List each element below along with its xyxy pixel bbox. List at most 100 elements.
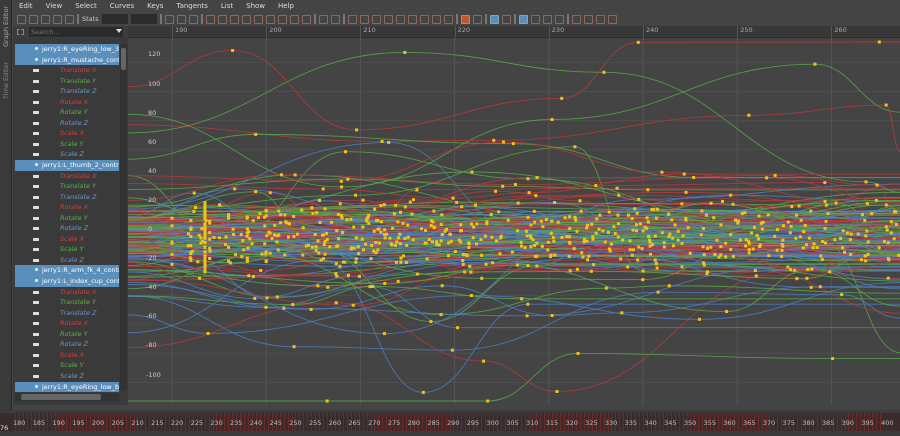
- keyframe[interactable]: [399, 210, 403, 214]
- keyframe[interactable]: [373, 207, 377, 211]
- keyframe[interactable]: [376, 227, 380, 231]
- keyframe[interactable]: [866, 240, 870, 244]
- keyframe[interactable]: [203, 241, 207, 245]
- keyframe[interactable]: [447, 241, 451, 245]
- keyframe[interactable]: [731, 202, 735, 206]
- keyframe[interactable]: [430, 240, 434, 244]
- visibility-icon[interactable]: [33, 142, 39, 146]
- toolbar-tool-icon[interactable]: [277, 14, 287, 24]
- keyframe[interactable]: [667, 284, 671, 288]
- keyframe[interactable]: [765, 176, 769, 180]
- keyframe[interactable]: [866, 252, 870, 256]
- keyframe[interactable]: [565, 235, 569, 239]
- outliner-attribute[interactable]: Scale Z: [15, 371, 119, 382]
- keyframe[interactable]: [823, 199, 827, 203]
- toolbar-tool-icon[interactable]: [395, 14, 405, 24]
- keyframe[interactable]: [339, 179, 343, 183]
- keyframe[interactable]: [812, 242, 816, 246]
- toolbar-tool-icon[interactable]: [241, 14, 251, 24]
- keyframe[interactable]: [786, 220, 790, 224]
- keyframe[interactable]: [606, 230, 610, 234]
- keyframe[interactable]: [549, 231, 553, 235]
- keyframe[interactable]: [775, 248, 779, 252]
- visibility-icon[interactable]: [33, 248, 39, 252]
- keyframe[interactable]: [287, 235, 291, 239]
- keyframe[interactable]: [263, 242, 267, 246]
- keyframe[interactable]: [535, 241, 539, 245]
- keyframe[interactable]: [849, 252, 853, 256]
- keyframe[interactable]: [364, 242, 368, 246]
- keyframe[interactable]: [325, 231, 329, 235]
- keyframe[interactable]: [264, 209, 268, 213]
- keyframe[interactable]: [520, 244, 524, 248]
- toolbar-tool-icon[interactable]: [595, 14, 605, 24]
- keyframe[interactable]: [525, 314, 529, 318]
- keyframe[interactable]: [533, 254, 537, 258]
- keyframe[interactable]: [798, 235, 802, 239]
- keyframe[interactable]: [757, 214, 761, 218]
- keyframe[interactable]: [275, 295, 279, 299]
- keyframe[interactable]: [841, 246, 845, 250]
- keyframe[interactable]: [877, 246, 881, 250]
- keyframe[interactable]: [550, 313, 554, 317]
- keyframe[interactable]: [198, 276, 202, 280]
- keyframe[interactable]: [224, 242, 228, 246]
- scroll-thumb[interactable]: [121, 48, 126, 70]
- keyframe[interactable]: [385, 232, 389, 236]
- keyframe[interactable]: [432, 225, 436, 229]
- keyframe[interactable]: [475, 242, 479, 246]
- keyframe[interactable]: [479, 238, 483, 242]
- toolbar-tool-icon[interactable]: [419, 14, 429, 24]
- filter-icon[interactable]: [17, 29, 24, 35]
- keyframe[interactable]: [586, 223, 590, 227]
- toolbar-tool-icon[interactable]: [217, 14, 227, 24]
- keyframe[interactable]: [736, 219, 740, 223]
- keyframe[interactable]: [526, 177, 530, 181]
- keyframe[interactable]: [379, 230, 383, 234]
- keyframe[interactable]: [823, 226, 827, 230]
- outliner-node[interactable]: jerry1:R_arm_fk_4_control: [15, 265, 119, 277]
- keyframe[interactable]: [336, 244, 340, 248]
- keyframe[interactable]: [287, 222, 291, 226]
- anim-curve[interactable]: [128, 353, 900, 402]
- keyframe[interactable]: [470, 222, 474, 226]
- anim-curve[interactable]: [128, 141, 900, 205]
- keyframe[interactable]: [330, 220, 334, 224]
- keyframe[interactable]: [607, 210, 611, 214]
- keyframe[interactable]: [781, 224, 785, 228]
- keyframe[interactable]: [638, 222, 642, 226]
- stats-field[interactable]: [101, 14, 128, 24]
- visibility-icon[interactable]: [33, 216, 39, 220]
- outliner-attribute[interactable]: Rotate Z: [15, 118, 119, 129]
- keyframe[interactable]: [582, 237, 586, 241]
- keyframe[interactable]: [594, 184, 598, 188]
- keyframe[interactable]: [334, 262, 338, 266]
- toolbar-tool-icon[interactable]: [301, 14, 311, 24]
- outliner-attribute[interactable]: Scale Y: [15, 360, 119, 371]
- keyframe[interactable]: [789, 224, 793, 228]
- keyframe[interactable]: [338, 202, 342, 206]
- keyframe[interactable]: [399, 260, 403, 264]
- keyframe[interactable]: [781, 238, 785, 242]
- toolbar-tool-icon[interactable]: [542, 14, 552, 24]
- keyframe[interactable]: [484, 262, 488, 266]
- keyframe[interactable]: [467, 241, 471, 245]
- keyframe[interactable]: [203, 216, 207, 220]
- keyframe[interactable]: [834, 201, 838, 205]
- keyframe[interactable]: [631, 228, 635, 232]
- keyframe[interactable]: [435, 240, 439, 244]
- keyframe[interactable]: [560, 96, 564, 100]
- visibility-icon[interactable]: [33, 237, 39, 241]
- keyframe[interactable]: [699, 233, 703, 237]
- keyframe[interactable]: [494, 189, 498, 193]
- outliner-attribute[interactable]: Scale Y: [15, 139, 119, 150]
- keyframe[interactable]: [688, 251, 692, 255]
- keyframe[interactable]: [464, 253, 468, 257]
- keyframe[interactable]: [472, 225, 476, 229]
- keyframe[interactable]: [440, 213, 444, 217]
- keyframe[interactable]: [429, 320, 433, 324]
- keyframe[interactable]: [470, 170, 474, 174]
- keyframe[interactable]: [511, 142, 515, 146]
- keyframe[interactable]: [744, 238, 748, 242]
- keyframe[interactable]: [524, 229, 528, 233]
